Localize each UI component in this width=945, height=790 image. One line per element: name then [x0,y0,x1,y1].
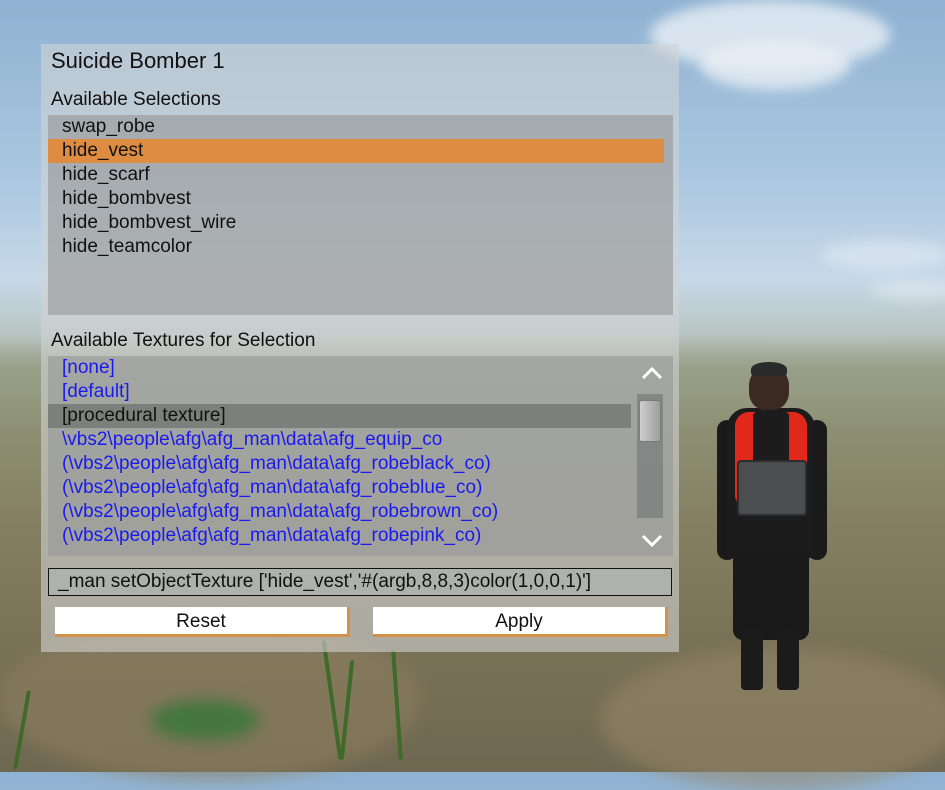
texture-list-item[interactable]: [default] [48,380,631,404]
command-field[interactable]: _man setObjectTexture ['hide_vest','#(ar… [48,568,672,596]
panel-title: Suicide Bomber 1 [51,48,225,73]
selections-label: Available Selections [51,89,221,110]
texture-list-item[interactable]: [procedural texture] [48,404,631,428]
selections-list[interactable]: hide_teamcolor hide_bombvest_wire hide_bom… [48,115,673,315]
ground-patch [150,700,260,740]
selection-list-item[interactable]: hide_bombvest [48,187,664,211]
character-model [715,360,830,700]
selection-list-item[interactable]: swap_robe [48,115,664,139]
chevron-up-icon [641,366,663,380]
texture-list-item[interactable]: (\vbs2\people\afg\afg_man\data\afg_robeb… [48,500,631,524]
scroll-down-button[interactable] [637,528,667,554]
reset-button[interactable]: Reset [55,607,350,637]
texture-list-item[interactable]: (\vbs2\people\afg\afg_man\data\afg_robeb… [48,476,631,500]
selection-list-item[interactable]: hide_bombvest_wire [48,211,664,235]
textures-label: Available Textures for Selection [51,330,316,351]
selection-list-item[interactable]: hide_scarf [48,163,664,187]
selection-list-item[interactable]: hide_teamcolor [48,235,664,259]
cloud [700,40,850,90]
character-leg [741,630,763,690]
character-robe [733,550,809,640]
cloud [870,280,945,300]
character-bombvest [737,460,807,516]
texture-list-item[interactable]: (\vbs2\people\afg\afg_man\data\afg_robep… [48,524,631,548]
scrollbar-thumb[interactable] [639,400,661,442]
textures-list[interactable]: (\vbs2\people\afg\afg_man\data\afg_robep… [48,356,673,556]
texture-editor-panel: Suicide Bomber 1 Available Selections hi… [41,44,679,652]
scroll-up-button[interactable] [637,360,667,386]
chevron-down-icon [641,534,663,548]
cloud [820,240,945,270]
textures-scrollbar[interactable] [633,356,673,556]
character-cap [751,362,787,376]
apply-button[interactable]: Apply [373,607,668,637]
selection-list-item[interactable]: hide_vest [48,139,664,163]
scrollbar-track[interactable] [637,394,663,518]
texture-list-item[interactable]: [none] [48,356,631,380]
character-leg [777,630,799,690]
texture-list-item[interactable]: (\vbs2\people\afg\afg_man\data\afg_robeb… [48,452,631,476]
texture-list-item[interactable]: \vbs2\people\afg\afg_man\data\afg_equip_… [48,428,631,452]
